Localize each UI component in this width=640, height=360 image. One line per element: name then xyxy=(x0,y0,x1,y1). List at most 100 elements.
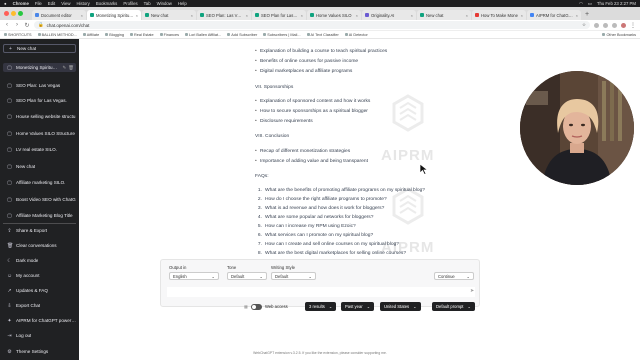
sidebar-divider xyxy=(3,223,76,224)
chat-item[interactable]: ▢ SEO Plan for Las Vegas. xyxy=(3,96,76,105)
chat-item[interactable]: ▢ House selling website structu xyxy=(3,112,76,121)
new-tab-button[interactable]: + xyxy=(582,10,592,20)
tab-close-icon[interactable]: × xyxy=(521,13,523,18)
tab-close-icon[interactable]: × xyxy=(466,13,468,18)
forward-icon[interactable]: › xyxy=(14,22,20,28)
bookmark-item[interactable]: AI Text Classifier xyxy=(306,33,339,37)
writing-style-select[interactable]: Default ⌄ xyxy=(271,272,316,280)
tab-close-icon[interactable]: × xyxy=(81,13,83,18)
faq-item: 2. How do I choose the right affiliate pr… xyxy=(257,197,387,202)
browser-tab[interactable]: New chat × xyxy=(142,10,196,20)
sidebar-aiprm[interactable]: ✦ AIPRM for ChatGPT powered xyxy=(3,316,76,325)
browser-tab[interactable]: Originality.AI × xyxy=(362,10,416,20)
tab-close-icon[interactable]: × xyxy=(301,13,303,18)
chat-item[interactable]: ▢ Affiliate Marketing Blog Title xyxy=(3,211,76,220)
sidebar-clear-conversations[interactable]: 🗑 Clear conversations xyxy=(3,241,76,250)
web-access-toggle[interactable] xyxy=(250,303,262,310)
back-icon[interactable]: ‹ xyxy=(4,22,10,28)
bookmark-item[interactable]: AI Detector xyxy=(344,33,368,37)
apple-icon[interactable]: ● xyxy=(4,1,7,6)
menu-tab[interactable]: Tab xyxy=(144,1,151,6)
tone-select[interactable]: Default ⌄ xyxy=(227,272,267,280)
chat-item[interactable]: ▢ SEO Plan: Las Vegas xyxy=(3,81,76,90)
other-bookmarks[interactable]: Other Bookmarks xyxy=(602,33,636,37)
webcam-overlay xyxy=(520,71,634,185)
maximize-window-button[interactable] xyxy=(18,11,23,16)
tab-close-icon[interactable]: × xyxy=(136,13,138,18)
tab-close-icon[interactable]: × xyxy=(411,13,413,18)
continue-select[interactable]: Continue ⌄ xyxy=(434,272,474,280)
url-field[interactable]: 🔒 chat.openai.com/chat ☆ xyxy=(34,21,590,29)
output-language-select[interactable]: English ⌄ xyxy=(169,272,219,280)
menu-help[interactable]: Help xyxy=(178,1,187,6)
battery-icon[interactable]: ▭ xyxy=(588,1,592,7)
tab-favicon-icon xyxy=(90,13,94,17)
menu-profiles[interactable]: Profiles xyxy=(123,1,137,6)
new-chat-button[interactable]: + New chat xyxy=(3,44,76,53)
browser-tab[interactable]: AIPRM for ChatGPT × xyxy=(527,10,581,20)
bookmark-item[interactable]: Blogging xyxy=(105,33,124,37)
tab-close-icon[interactable]: × xyxy=(356,13,358,18)
chat-item-active[interactable]: ▢ Monetizing Spiritual Bl ✎ 🗑 xyxy=(3,63,76,72)
aiprm-icon: ✦ xyxy=(7,317,12,324)
extension-icon[interactable] xyxy=(594,22,599,28)
browser-tab[interactable]: SEO Plan for Las Ve × xyxy=(252,10,306,20)
sidebar-dark-mode[interactable]: ☾ Dark mode xyxy=(3,256,76,265)
default-prompt-select[interactable]: Default prompt ⌄ xyxy=(432,302,475,311)
menu-clock[interactable]: Thu Feb 23 2:27 PM xyxy=(597,1,636,7)
menu-file[interactable]: File xyxy=(35,1,42,6)
star-icon[interactable]: ☆ xyxy=(582,22,586,28)
bookmark-item[interactable]: Affiliate xyxy=(82,33,99,37)
tab-close-icon[interactable]: × xyxy=(191,13,193,18)
region-select[interactable]: United States ⌄ xyxy=(380,302,421,311)
close-window-button[interactable] xyxy=(4,11,9,16)
chat-item[interactable]: ▢ Home Values SILO Structure xyxy=(3,129,76,138)
list-item: How to secure sponsorships as a spiritua… xyxy=(255,109,368,114)
chat-item[interactable]: ▢ Boost Video SEO with ChatG xyxy=(3,195,76,204)
tab-close-icon[interactable]: × xyxy=(246,13,248,18)
menu-bookmarks[interactable]: Bookmarks xyxy=(96,1,118,6)
reload-icon[interactable]: ↻ xyxy=(24,22,30,29)
chat-item[interactable]: ▢ New chat xyxy=(3,162,76,171)
sidebar-updates-faq[interactable]: ↗ Updates & FAQ xyxy=(3,286,76,295)
menu-edit[interactable]: Edit xyxy=(48,1,55,6)
chat-item[interactable]: ▢ LV real estate SILO. xyxy=(3,145,76,154)
trash-icon[interactable]: 🗑 xyxy=(68,65,74,71)
edit-icon[interactable]: ✎ xyxy=(63,65,67,71)
browser-tab[interactable]: SEO Plan: Las Vegas × xyxy=(197,10,251,20)
sidebar-share-export[interactable]: ⇪ Share & Export xyxy=(3,226,76,235)
browser-tab[interactable]: Home Values SILO × xyxy=(307,10,361,20)
sidebar-my-account[interactable]: ☺ My account xyxy=(3,271,76,280)
wifi-icon[interactable]: ◠ xyxy=(579,1,583,7)
sidebar-export-chat[interactable]: ⇩ Export Chat xyxy=(3,301,76,310)
send-icon[interactable]: ➤ xyxy=(470,288,474,294)
bookmark-item[interactable]: Real Estate xyxy=(129,33,154,37)
browser-tab-active[interactable]: Monetizing Spiritual Bl × xyxy=(87,10,141,20)
prompt-input[interactable] xyxy=(167,287,475,297)
menu-history[interactable]: History xyxy=(76,1,89,6)
time-range-select[interactable]: Past year ⌄ xyxy=(341,302,375,311)
menu-window[interactable]: Window xyxy=(157,1,172,6)
moon-icon: ☾ xyxy=(7,257,12,264)
bookmark-item[interactable]: Subscribers | Mail... xyxy=(263,33,301,37)
profile-avatar[interactable] xyxy=(621,22,626,28)
bookmark-item[interactable]: Lori Ballen Affiliat... xyxy=(185,33,221,37)
bookmark-item[interactable]: Add Subscriber xyxy=(227,33,257,37)
bookmark-item[interactable]: Finances xyxy=(159,33,179,37)
minimize-window-button[interactable] xyxy=(11,11,16,16)
more-menu-icon[interactable]: ⋮ xyxy=(630,22,636,29)
menu-app-name[interactable]: Chrome xyxy=(13,1,29,6)
chat-item[interactable]: ▢ Affiliate marketing SILO. xyxy=(3,178,76,187)
menu-view[interactable]: View xyxy=(61,1,70,6)
extension-icon[interactable] xyxy=(612,22,617,28)
sidebar-log-out[interactable]: ⇥ Log out xyxy=(3,331,76,340)
browser-tab[interactable]: Document editor × xyxy=(32,10,86,20)
tab-close-icon[interactable]: × xyxy=(576,13,578,18)
bookmark-item[interactable]: BALLEN METHOD... xyxy=(37,33,77,37)
sidebar-theme-settings[interactable]: ⚙ Theme Settings xyxy=(3,347,76,356)
extension-icon[interactable] xyxy=(603,22,608,28)
browser-tab[interactable]: How To Make Mone × xyxy=(472,10,526,20)
browser-tab[interactable]: New chat × xyxy=(417,10,471,20)
results-count-select[interactable]: 3 results ⌄ xyxy=(305,302,337,311)
bookmark-item[interactable]: SHORTCUTS xyxy=(4,33,32,37)
